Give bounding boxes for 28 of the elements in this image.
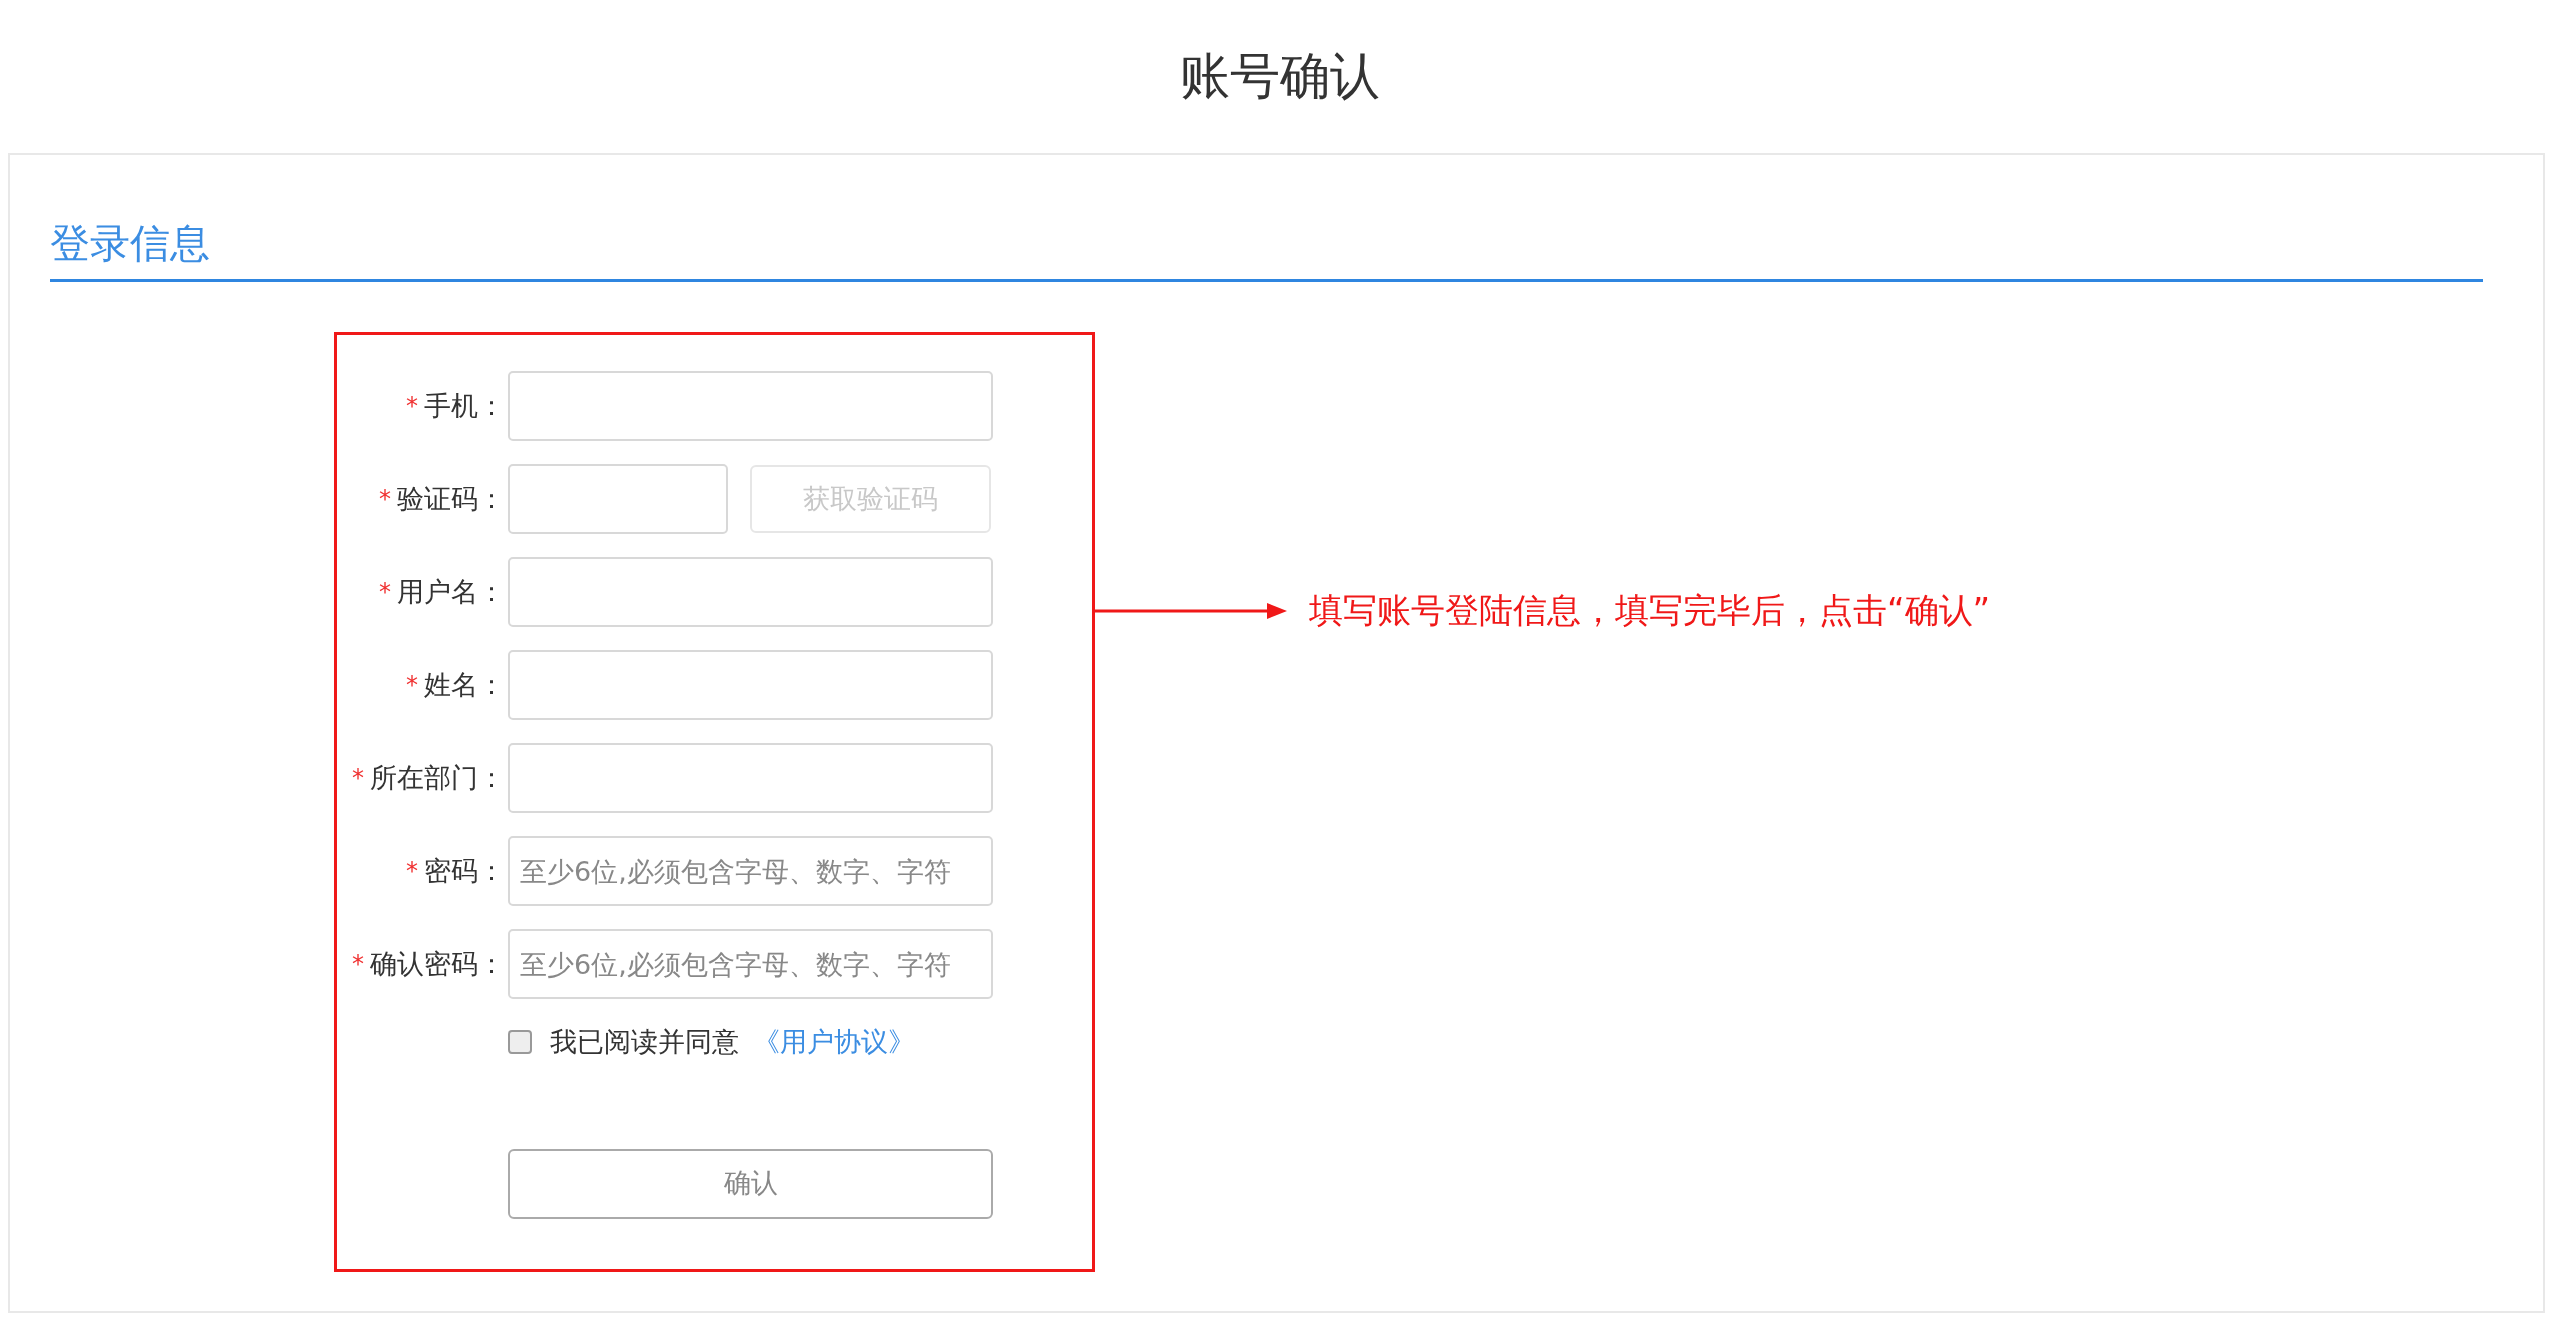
agreement-link[interactable]: 《用户协议》 [753,1022,915,1063]
field-label: 密码： [424,853,505,888]
field-label: 所在部门： [370,760,505,795]
input-field[interactable] [508,464,728,534]
input-field[interactable] [508,650,993,720]
required-mark: * [379,577,391,608]
agreement-text: 我已阅读并同意 [550,1025,739,1059]
field-label: 用户名： [397,574,505,609]
required-mark: * [406,391,418,422]
required-mark: * [379,484,391,515]
required-mark: * [352,949,364,980]
input-field[interactable] [508,743,993,813]
required-mark: * [406,856,418,887]
input-field[interactable] [508,371,993,441]
confirm-button[interactable]: 确认 [508,1148,993,1219]
section-heading: 登录信息 [50,220,210,266]
agree-checkbox[interactable] [508,1030,532,1055]
field-label: 确认密码： [370,946,505,981]
annotation-text: 填写账号登陆信息，填写完毕后，点击“确认” [1309,589,1991,632]
field-label: 手机： [424,388,505,423]
input-field[interactable] [508,557,993,627]
page-title: 账号确认 [1180,46,1380,107]
required-mark: * [352,763,364,794]
field-label: 验证码： [397,481,505,516]
input-field[interactable]: 至少6位,必须包含字母、数字、字符 [508,836,993,906]
required-mark: * [406,670,418,701]
field-label: 姓名： [424,667,505,702]
input-field[interactable]: 至少6位,必须包含字母、数字、字符 [508,929,993,999]
